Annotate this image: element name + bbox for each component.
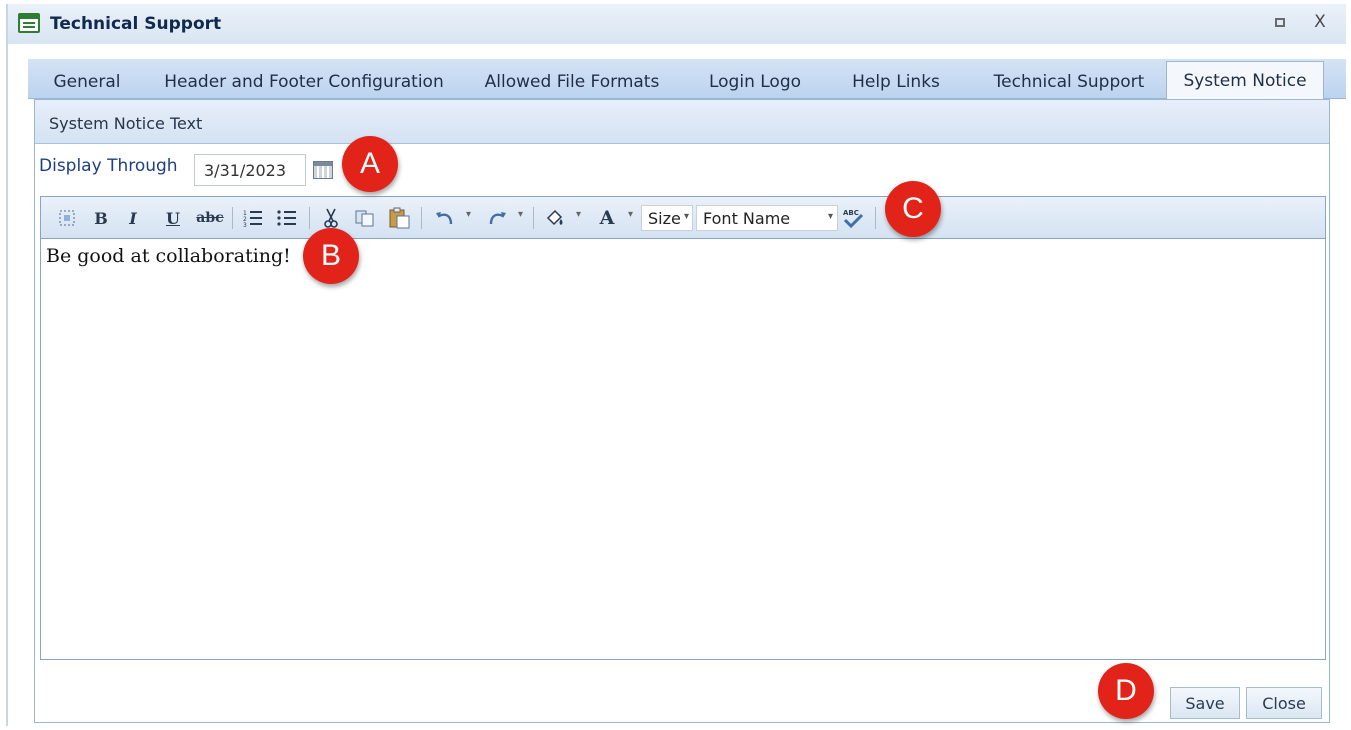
panel-header: System Notice Text bbox=[35, 100, 1329, 144]
callout-marker-a: A bbox=[342, 136, 398, 192]
tab-help-links[interactable]: Help Links bbox=[842, 65, 950, 99]
fullscreen-icon[interactable] bbox=[55, 206, 79, 230]
cut-icon[interactable] bbox=[319, 206, 343, 230]
save-button[interactable]: Save bbox=[1170, 687, 1240, 719]
font-size-dropdown[interactable]: Size bbox=[641, 205, 693, 231]
spellcheck-icon[interactable]: ABC bbox=[841, 206, 865, 230]
close-icon[interactable]: X bbox=[1308, 10, 1332, 34]
tab-allowed-file-formats[interactable]: Allowed File Formats bbox=[474, 65, 670, 99]
underline-button[interactable]: U bbox=[161, 206, 185, 230]
bold-button[interactable]: B bbox=[89, 206, 113, 230]
window-title: Technical Support bbox=[50, 14, 222, 34]
title-bar: Technical Support X bbox=[8, 4, 1346, 44]
settings-tab-bar: General Header and Footer Configuration … bbox=[28, 59, 1346, 100]
svg-text:ABC: ABC bbox=[843, 209, 859, 217]
tab-login-logo[interactable]: Login Logo bbox=[698, 65, 812, 99]
toolbar-separator bbox=[232, 207, 233, 229]
panel-header-title: System Notice Text bbox=[49, 114, 203, 133]
tab-technical-support[interactable]: Technical Support bbox=[980, 65, 1158, 99]
rich-text-editor: B I U abc 123 ▾ ▾ ▾ A ▾ Size ▾ Font Name… bbox=[40, 196, 1326, 660]
font-name-dropdown[interactable]: Font Name bbox=[696, 205, 838, 231]
font-color-button[interactable]: A bbox=[595, 206, 633, 230]
bulleted-list-icon[interactable] bbox=[275, 206, 299, 230]
tab-system-notice[interactable]: System Notice bbox=[1166, 61, 1324, 100]
toolbar-separator bbox=[533, 207, 534, 229]
strikethrough-button[interactable]: abc bbox=[195, 206, 225, 230]
toolbar-separator bbox=[875, 207, 876, 229]
callout-marker-c: C bbox=[885, 181, 941, 237]
editor-toolbar: B I U abc 123 ▾ ▾ ▾ A ▾ Size ▾ Font Name… bbox=[41, 197, 1325, 239]
italic-button[interactable]: I bbox=[121, 206, 145, 230]
svg-text:3: 3 bbox=[243, 222, 247, 227]
redo-icon[interactable] bbox=[485, 206, 523, 230]
display-through-label: Display Through bbox=[39, 156, 178, 176]
close-button[interactable]: Close bbox=[1246, 687, 1322, 719]
ordered-list-icon[interactable]: 123 bbox=[241, 206, 265, 230]
window-app-icon bbox=[18, 13, 40, 33]
callout-marker-b: B bbox=[303, 228, 359, 284]
callout-marker-d: D bbox=[1098, 663, 1154, 719]
system-notice-panel: System Notice Text Display Through 3/31/… bbox=[34, 99, 1330, 723]
highlight-color-icon[interactable] bbox=[543, 206, 581, 230]
toolbar-separator bbox=[421, 207, 422, 229]
maximize-icon[interactable] bbox=[1268, 10, 1292, 34]
editor-content-area[interactable]: Be good at collaborating! bbox=[41, 239, 1325, 659]
tab-general[interactable]: General bbox=[46, 65, 128, 99]
tab-header-footer-configuration[interactable]: Header and Footer Configuration bbox=[162, 65, 446, 99]
calendar-icon[interactable] bbox=[313, 161, 333, 179]
paste-icon[interactable] bbox=[387, 206, 411, 230]
toolbar-separator bbox=[309, 207, 310, 229]
display-through-date-input[interactable]: 3/31/2023 bbox=[194, 154, 306, 186]
technical-support-window: Technical Support X General Header and F… bbox=[6, 4, 1346, 726]
copy-icon[interactable] bbox=[353, 206, 377, 230]
undo-icon[interactable] bbox=[433, 206, 471, 230]
